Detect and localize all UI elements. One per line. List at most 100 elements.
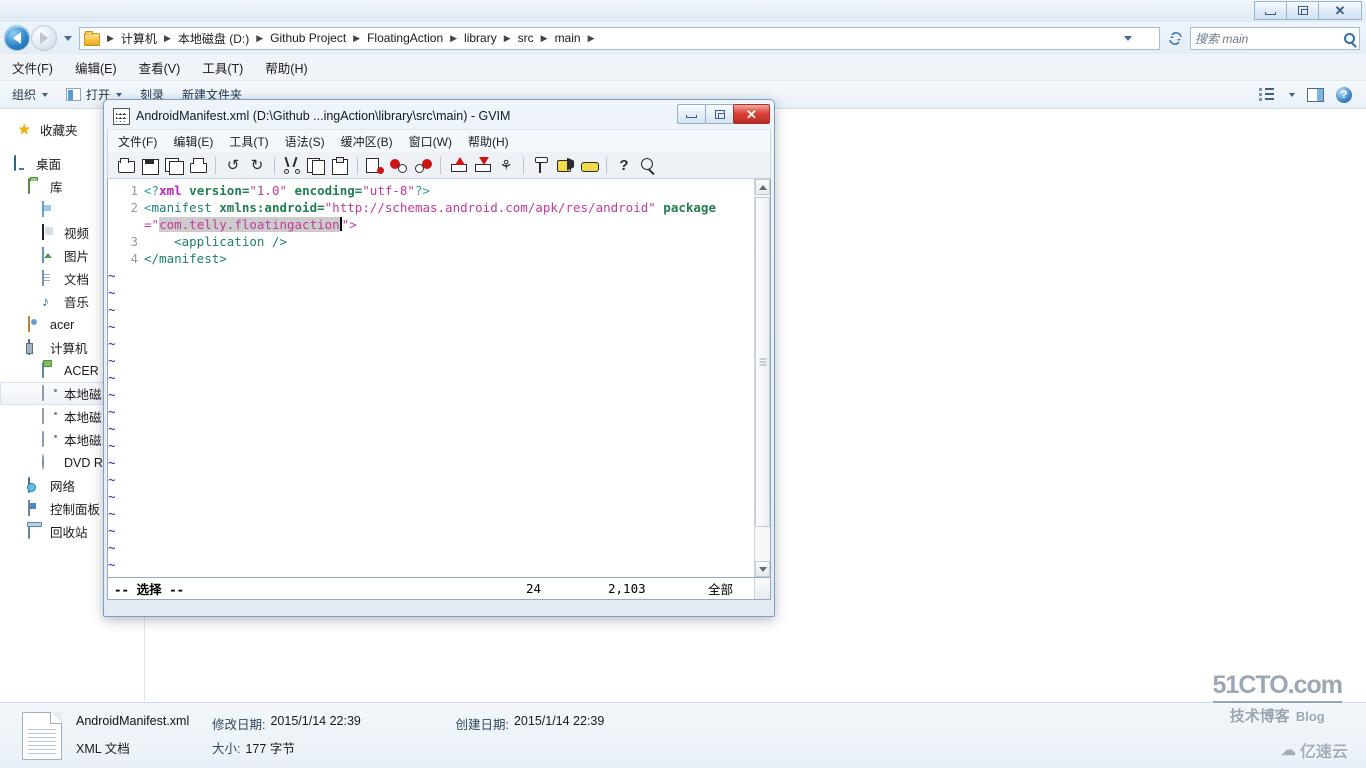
- breadcrumb-separator: ▶: [107, 32, 114, 43]
- gvim-restore-button[interactable]: [705, 104, 734, 124]
- gvim-save-session-button[interactable]: [471, 155, 493, 176]
- sidebar-item-label: 文档: [64, 273, 90, 287]
- breadcrumb-item-1[interactable]: 本地磁盘 (D:): [176, 30, 251, 47]
- empty-line-marker: ~: [108, 506, 116, 521]
- breadcrumb-dropdown-button[interactable]: [1119, 28, 1137, 49]
- explorer-title-bar: ✕: [0, 0, 1366, 22]
- copy-icon: [307, 157, 325, 175]
- gvim-build-tags-button[interactable]: [554, 155, 576, 176]
- gvim-window[interactable]: AndroidManifest.xml (D:\Github ...ingAct…: [103, 99, 775, 617]
- gvim-copy-button[interactable]: [305, 155, 327, 176]
- sidebar-item-label: 库: [50, 181, 63, 195]
- sidebar-item-label: 本地磁: [64, 434, 102, 448]
- gvim-menu-syntax[interactable]: 语法(S): [285, 133, 325, 150]
- menu-help[interactable]: 帮助(H): [265, 58, 307, 77]
- pictures-icon: [42, 246, 59, 264]
- gvim-make-button[interactable]: [530, 155, 552, 176]
- gvim-menu-help[interactable]: 帮助(H): [468, 133, 509, 150]
- forward-button[interactable]: [31, 25, 57, 51]
- chevron-down-icon[interactable]: [1289, 92, 1295, 97]
- gvim-save-all-button[interactable]: [163, 155, 185, 176]
- videos-icon: [42, 223, 59, 241]
- gvim-help-button[interactable]: ?: [613, 155, 635, 176]
- empty-line-marker: ~: [108, 540, 116, 555]
- help-icon: ?: [619, 156, 629, 174]
- gvim-find-help-button[interactable]: [637, 155, 659, 176]
- code-token: "1.0": [249, 183, 288, 198]
- gvim-save-button[interactable]: [139, 155, 161, 176]
- details-created-value: 2015/1/14 22:39: [513, 714, 605, 728]
- gvim-find-replace-button[interactable]: [364, 155, 386, 176]
- gvim-close-button[interactable]: ✕: [733, 104, 770, 124]
- refresh-button[interactable]: [1162, 26, 1188, 50]
- view-options-icon[interactable]: [1259, 88, 1275, 101]
- explorer-close-button[interactable]: ✕: [1318, 1, 1362, 20]
- scroll-down-button[interactable]: [755, 561, 770, 577]
- gvim-cut-button[interactable]: [281, 155, 303, 176]
- gvim-title-bar[interactable]: AndroidManifest.xml (D:\Github ...ingAct…: [107, 103, 771, 129]
- gvim-paste-button[interactable]: [329, 155, 351, 176]
- code-token: ?>: [414, 183, 431, 198]
- build-tags-icon: [556, 157, 574, 174]
- breadcrumb-item-4[interactable]: library: [462, 31, 499, 45]
- gvim-print-button[interactable]: [187, 155, 209, 176]
- organize-button[interactable]: 组织: [12, 86, 49, 103]
- gvim-open-button[interactable]: [115, 155, 137, 176]
- gvim-load-session-button[interactable]: [447, 155, 469, 176]
- back-arrow-icon: [13, 32, 21, 44]
- search-input[interactable]: 搜索 main: [1190, 26, 1360, 50]
- scroll-up-button[interactable]: [755, 179, 770, 195]
- load-session-icon: [449, 156, 467, 174]
- menu-file[interactable]: 文件(F): [12, 58, 53, 77]
- gvim-menu-edit[interactable]: 编辑(E): [173, 133, 213, 150]
- gvim-toolbar: ↺ ↻ ⚘ ?: [107, 152, 771, 179]
- gvim-undo-button[interactable]: ↺: [222, 155, 244, 176]
- explorer-restore-button[interactable]: [1286, 1, 1319, 20]
- breadcrumb-separator: ▶: [540, 32, 548, 43]
- breadcrumb-item-0[interactable]: 计算机: [119, 30, 159, 47]
- restore-icon: [714, 109, 725, 119]
- gvim-menu-tools[interactable]: 工具(T): [229, 133, 268, 150]
- sidebar-item-label: 本地磁: [64, 388, 102, 402]
- gvim-edit-area[interactable]: 1 <?xml version="1.0" encoding="utf-8"?> …: [107, 179, 771, 578]
- print-icon: [189, 157, 207, 174]
- preview-pane-icon[interactable]: [1307, 87, 1324, 102]
- explorer-minimize-button[interactable]: [1254, 1, 1287, 20]
- breadcrumb-item-6[interactable]: main: [553, 31, 583, 45]
- gvim-status-line: -- 选择 -- 24 2,103 全部: [107, 578, 771, 600]
- dvd-drive-icon: [42, 453, 59, 471]
- minimize-icon: [1265, 11, 1276, 15]
- menu-tools[interactable]: 工具(T): [202, 58, 243, 77]
- gvim-run-script-button[interactable]: ⚘: [495, 155, 517, 176]
- vim-column-indicator: 24: [526, 581, 542, 596]
- details-row-1: AndroidManifest.xml 修改日期: 2015/1/14 22:3…: [76, 714, 604, 733]
- help-icon[interactable]: ?: [1336, 86, 1352, 103]
- gvim-minimize-button[interactable]: [677, 104, 706, 124]
- breadcrumb[interactable]: ▶ 计算机 ▶ 本地磁盘 (D:) ▶ Github Project ▶ Flo…: [79, 26, 1160, 50]
- recent-pages-button[interactable]: [61, 27, 75, 49]
- back-button[interactable]: [4, 25, 30, 51]
- breadcrumb-separator: ▶: [353, 32, 361, 43]
- scrollbar-track[interactable]: [755, 195, 770, 561]
- menu-view[interactable]: 查看(V): [139, 58, 181, 77]
- find-replace-icon: [366, 157, 384, 174]
- gvim-find-next-button[interactable]: [388, 155, 410, 176]
- breadcrumb-separator: ▶: [163, 32, 171, 43]
- command-bar-right-group: ?: [1259, 86, 1366, 103]
- system-drive-icon: [42, 361, 59, 379]
- breadcrumb-item-5[interactable]: src: [516, 31, 536, 45]
- gvim-tag-jump-button[interactable]: [578, 155, 600, 176]
- details-modified-key: 修改日期:: [212, 718, 266, 732]
- breadcrumb-item-2[interactable]: Github Project: [268, 31, 348, 45]
- library-doc-icon: [42, 200, 59, 218]
- gvim-menu-file[interactable]: 文件(F): [118, 133, 157, 150]
- gvim-menu-window[interactable]: 窗口(W): [409, 133, 452, 150]
- gvim-find-prev-button[interactable]: [412, 155, 434, 176]
- gvim-redo-button[interactable]: ↻: [246, 155, 268, 176]
- gvim-vertical-scrollbar[interactable]: [754, 179, 770, 577]
- sidebar-item-label: 音乐: [64, 296, 90, 310]
- scrollbar-thumb[interactable]: [755, 197, 770, 527]
- menu-edit[interactable]: 编辑(E): [75, 58, 117, 77]
- gvim-menu-buffers[interactable]: 缓冲区(B): [341, 133, 393, 150]
- breadcrumb-item-3[interactable]: FloatingAction: [365, 31, 445, 45]
